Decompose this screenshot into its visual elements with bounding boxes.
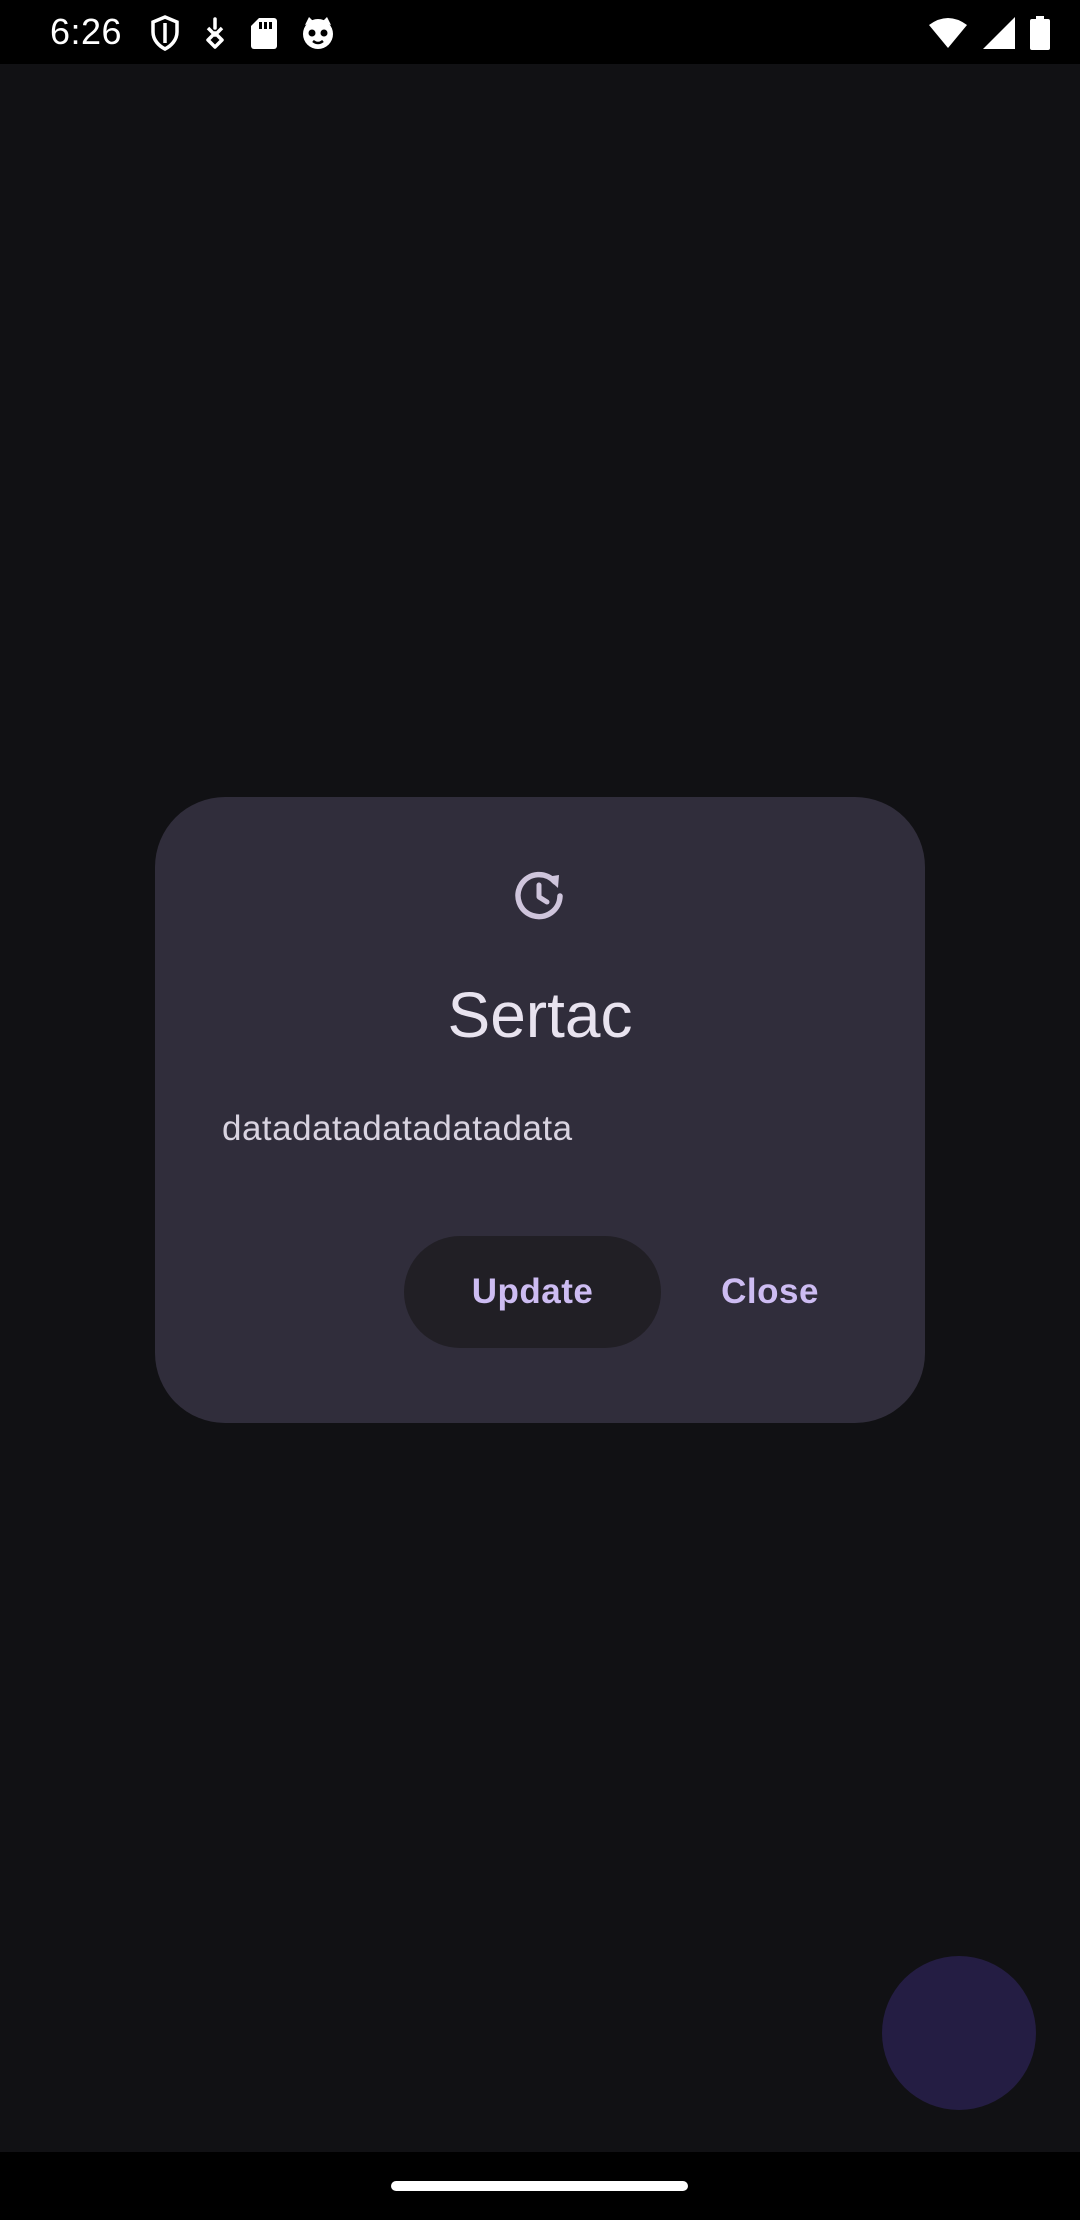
status-time: 6:26: [50, 11, 123, 52]
dialog-title: Sertac: [447, 979, 633, 1051]
app-screen: 6:26 Sertac datadatadatadatadata Update …: [0, 0, 1080, 2220]
update-button[interactable]: Update: [404, 1236, 661, 1348]
update-history-icon: [511, 868, 567, 924]
close-button[interactable]: Close: [695, 1236, 845, 1348]
cat-face-icon: [300, 15, 336, 51]
shield-icon: [150, 15, 180, 51]
battery-icon: [1030, 16, 1050, 50]
gesture-handle[interactable]: [391, 2181, 688, 2191]
status-bar: 6:26: [0, 0, 1080, 64]
dialog-message: datadatadatadatadata: [222, 1109, 573, 1148]
status-right-icons: [914, 14, 1050, 52]
wifi-icon: [928, 17, 968, 49]
floating-action-button[interactable]: [882, 1956, 1036, 2110]
sd-card-icon: [250, 16, 278, 50]
vpn-key-icon: [202, 16, 228, 50]
status-left-icons: [150, 14, 358, 52]
cellular-signal-icon: [982, 16, 1016, 50]
